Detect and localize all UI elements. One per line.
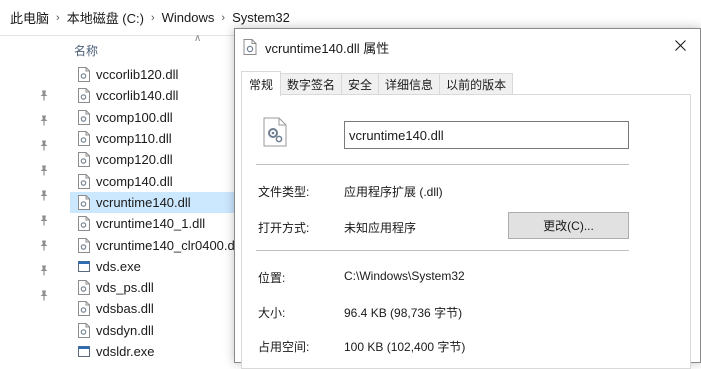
chevron-right-icon[interactable]: › <box>53 12 63 24</box>
open-with-value: 未知应用程序 <box>344 221 417 235</box>
file-list: vccorlib120.dll vccorlib140.dll vcomp100.d… <box>70 64 236 362</box>
file-name: vccorlib140.dll <box>96 88 179 104</box>
file-name: vdsbas.dll <box>96 301 154 317</box>
file-name: vcomp110.dll <box>96 131 172 147</box>
disk-size-label: 占用空间: <box>258 340 310 354</box>
column-header-name[interactable]: ∧ 名称 <box>62 33 242 64</box>
file-name-field[interactable] <box>344 121 629 149</box>
divider <box>256 164 629 165</box>
size-value: 96.4 KB (98,736 字节) <box>344 306 463 320</box>
tab-general[interactable]: 常规 <box>241 71 282 96</box>
dialog-tabs: 常规 数字签名 安全 详细信息 以前的版本 <box>241 71 514 96</box>
file-row[interactable]: vcruntime140.dll <box>70 191 236 214</box>
dll-file-icon <box>243 39 257 58</box>
file-name: vcruntime140.dll <box>96 194 191 210</box>
file-row[interactable]: vds.exe <box>70 256 236 277</box>
open-with-label: 打开方式: <box>258 221 310 235</box>
dll-file-icon <box>78 280 90 296</box>
file-type-value: 应用程序扩展 (.dll) <box>344 185 443 199</box>
file-row[interactable]: vcomp110.dll <box>70 128 236 149</box>
chevron-right-icon[interactable]: › <box>148 12 158 24</box>
dialog-title: vcruntime140.dll 属性 <box>265 41 390 56</box>
pin-column <box>36 83 52 308</box>
general-tab-panel: 文件类型: 应用程序扩展 (.dll) 打开方式: 未知应用程序 更改(C)..… <box>241 94 691 369</box>
pin-icon[interactable] <box>36 183 52 208</box>
file-name: vcomp120.dll <box>96 152 173 168</box>
file-name: vcomp100.dll <box>96 109 173 125</box>
sort-ascending-icon: ∧ <box>194 33 202 44</box>
close-button[interactable] <box>660 29 700 61</box>
breadcrumb-item-this-pc[interactable]: 此电脑 <box>6 8 53 27</box>
dll-file-icon <box>78 131 90 147</box>
file-row[interactable]: vccorlib140.dll <box>70 85 236 106</box>
location-value: C:\Windows\System32 <box>344 269 465 283</box>
pin-icon[interactable] <box>36 83 52 108</box>
file-row[interactable]: vccorlib120.dll <box>70 64 236 85</box>
disk-size-value: 100 KB (102,400 字节) <box>344 340 466 354</box>
location-label: 位置: <box>258 271 286 285</box>
dll-file-icon <box>78 216 90 232</box>
size-label: 大小: <box>258 306 286 320</box>
divider <box>256 250 629 251</box>
close-icon <box>674 39 686 51</box>
exe-file-icon <box>78 344 90 359</box>
pin-icon[interactable] <box>36 208 52 233</box>
pin-icon[interactable] <box>36 258 52 283</box>
file-row[interactable]: vdsdyn.dll <box>70 320 236 341</box>
file-name: vcruntime140_1.dll <box>96 216 206 232</box>
dll-file-icon <box>78 88 90 104</box>
file-name: vcomp140.dll <box>96 173 173 189</box>
dll-file-icon <box>78 173 90 189</box>
file-row[interactable]: vdsbas.dll <box>70 298 236 319</box>
dll-file-icon <box>78 67 90 83</box>
file-name: vdsdyn.dll <box>96 322 154 338</box>
breadcrumb-item-system32[interactable]: System32 <box>228 10 294 25</box>
file-type-label: 文件类型: <box>258 185 310 199</box>
pin-icon[interactable] <box>36 158 52 183</box>
file-row[interactable]: vcruntime140_clr0400.dll <box>70 234 236 255</box>
file-name: vccorlib120.dll <box>96 67 179 83</box>
file-row[interactable]: vdsldr.exe <box>70 341 236 362</box>
pin-icon[interactable] <box>36 283 52 308</box>
file-name: vds_ps.dll <box>96 280 154 296</box>
file-row[interactable]: vcruntime140_1.dll <box>70 213 236 234</box>
chevron-right-icon[interactable]: › <box>218 12 228 24</box>
dialog-titlebar[interactable]: vcruntime140.dll 属性 <box>235 29 700 63</box>
dll-file-icon <box>78 152 90 168</box>
dll-file-icon <box>78 301 90 317</box>
file-row[interactable]: vds_ps.dll <box>70 277 236 298</box>
pin-icon[interactable] <box>36 133 52 158</box>
file-name: vds.exe <box>96 258 141 274</box>
properties-dialog: vcruntime140.dll 属性 常规 数字签名 安全 详细信息 以前的版… <box>234 28 701 369</box>
tab-details[interactable]: 详细信息 <box>378 73 441 95</box>
change-button[interactable]: 更改(C)... <box>508 212 629 239</box>
breadcrumb-item-local-disk[interactable]: 本地磁盘 (C:) <box>63 8 148 27</box>
file-name: vcruntime140_clr0400.dll <box>96 237 236 253</box>
file-row[interactable]: vcomp140.dll <box>70 170 236 191</box>
file-row[interactable]: vcomp120.dll <box>70 149 236 170</box>
file-name: vdsldr.exe <box>96 344 155 359</box>
tab-digital-signatures[interactable]: 数字签名 <box>280 73 343 95</box>
dll-file-icon <box>78 109 90 125</box>
dll-file-large-icon <box>262 117 288 150</box>
file-row[interactable]: vcomp100.dll <box>70 107 236 128</box>
tab-security[interactable]: 安全 <box>341 73 380 95</box>
breadcrumb-item-windows[interactable]: Windows <box>158 10 219 25</box>
pin-icon[interactable] <box>36 233 52 258</box>
dll-file-icon <box>78 194 90 210</box>
dll-file-icon <box>78 237 90 253</box>
column-header-label: 名称 <box>74 43 99 58</box>
dll-file-icon <box>78 322 90 338</box>
pin-icon[interactable] <box>36 108 52 133</box>
tab-previous-versions[interactable]: 以前的版本 <box>439 73 514 95</box>
exe-file-icon <box>78 259 90 274</box>
